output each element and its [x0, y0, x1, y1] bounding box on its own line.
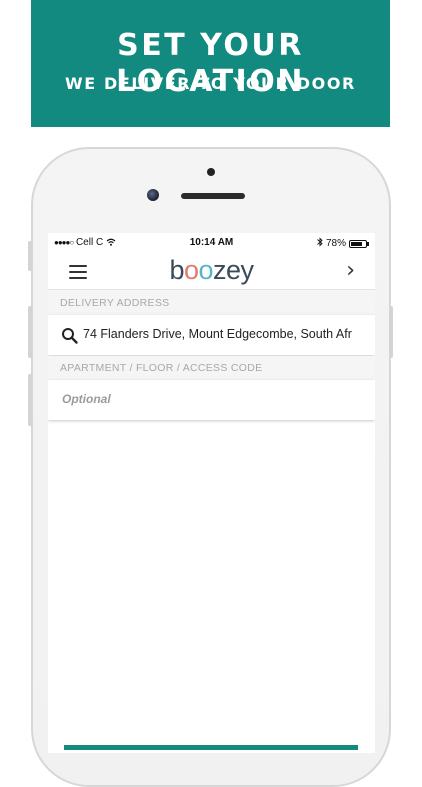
continue-button-edge[interactable] — [64, 745, 358, 750]
nav-bar: boozey › — [48, 253, 375, 290]
logo-letter: b — [169, 255, 184, 285]
phone-side-button — [28, 241, 32, 271]
apartment-placeholder: Optional — [62, 392, 111, 406]
phone-side-button — [389, 306, 393, 358]
delivery-address-label: DELIVERY ADDRESS — [60, 297, 170, 309]
promo-banner: SET YOUR LOCATION WE DELIVER TO YOUR DOO… — [31, 0, 390, 127]
delivery-address-value: 74 Flanders Drive, Mount Edgecombe, Sout… — [83, 327, 352, 341]
apartment-field[interactable]: Optional — [48, 380, 375, 420]
phone-side-button — [28, 306, 32, 358]
battery-percent: 78% — [325, 238, 346, 249]
front-camera — [147, 189, 159, 201]
earpiece-speaker — [181, 193, 245, 199]
chevron-right-icon[interactable]: › — [346, 260, 355, 282]
search-icon — [61, 327, 79, 345]
logo-letter: o — [183, 255, 199, 285]
phone-side-button — [28, 374, 32, 426]
status-bar: ●●●●○ Cell C 10:14 AM 78% — [48, 233, 375, 253]
delivery-address-field[interactable]: 74 Flanders Drive, Mount Edgecombe, Sout… — [48, 315, 375, 355]
apartment-label: APARTMENT / FLOOR / ACCESS CODE — [60, 362, 263, 374]
logo-letter: o — [198, 255, 214, 285]
logo-letter: zey — [213, 255, 254, 285]
bluetooth-icon — [317, 237, 323, 250]
battery-icon — [349, 239, 369, 248]
proximity-sensor — [207, 168, 215, 176]
banner-subtitle: WE DELIVER TO YOUR DOOR — [65, 74, 356, 93]
phone-screen: ●●●●○ Cell C 10:14 AM 78% boozey › DELIV… — [48, 233, 375, 753]
status-right: 78% — [317, 237, 369, 250]
app-logo: boozey — [48, 255, 375, 285]
